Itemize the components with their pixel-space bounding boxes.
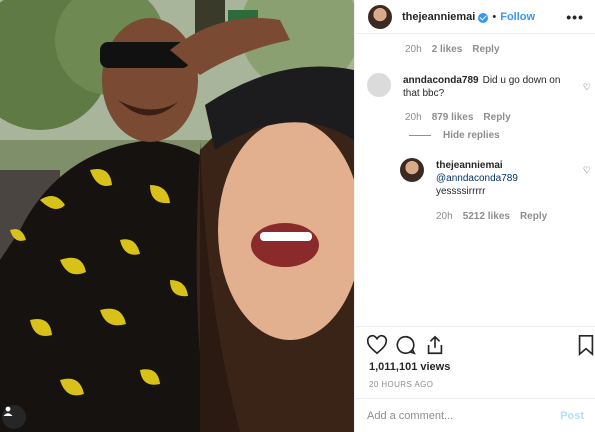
reply-likes[interactable]: 5212 likes (463, 211, 510, 222)
post-side-panel: thejeanniemai • Follow ••• 20h 2 likes R… (354, 0, 595, 432)
comment-icon[interactable] (395, 334, 417, 356)
post-timestamp[interactable]: 20 HOURS AGO (369, 380, 433, 389)
comment-body: anndaconda789 Did u go down on that bbc? (403, 74, 573, 100)
reply-mention[interactable]: @anndaconda789 (436, 172, 576, 185)
post-media[interactable] (0, 0, 354, 432)
comment-meta: 20h 879 likes Reply (405, 112, 521, 123)
comment-time: 20h (405, 44, 422, 55)
actions-divider (355, 326, 595, 327)
comment-likes[interactable]: 2 likes (432, 44, 463, 55)
comment-input[interactable] (367, 409, 547, 422)
comment-like-icon[interactable]: ♡ (583, 82, 591, 93)
reply-text: yessssirrrrr (436, 186, 486, 197)
more-options-icon[interactable]: ••• (566, 9, 584, 25)
reply-meta: 20h 5212 likes Reply (436, 211, 557, 222)
comment-username[interactable]: anndaconda789 (403, 75, 479, 86)
reply-body: thejeanniemai @anndaconda789 yessssirrrr… (436, 159, 576, 198)
heart-icon[interactable] (366, 334, 388, 356)
reply-like-icon[interactable]: ♡ (583, 165, 591, 176)
add-comment-bar: Post (355, 398, 595, 432)
reply-username[interactable]: thejeanniemai (436, 159, 572, 172)
bookmark-icon[interactable] (575, 334, 595, 356)
comment-meta: 20h 2 likes Reply (405, 44, 510, 55)
comment-time: 20h (405, 112, 422, 123)
share-icon[interactable] (424, 334, 446, 356)
user-tag-icon[interactable] (2, 405, 26, 429)
reply-button[interactable]: Reply (483, 112, 510, 123)
post-button[interactable]: Post (560, 410, 584, 422)
follow-button[interactable]: Follow (500, 11, 535, 23)
hide-replies-label: Hide replies (443, 130, 500, 141)
header-separator: • (492, 10, 497, 23)
post-header: thejeanniemai • Follow ••• (355, 0, 595, 34)
video-frame-illustration (0, 0, 354, 432)
commenter-avatar[interactable] (367, 73, 391, 97)
reply-time: 20h (436, 211, 453, 222)
comment-likes[interactable]: 879 likes (432, 112, 474, 123)
view-count[interactable]: 1,011,101 views (369, 361, 450, 373)
author-avatar[interactable] (368, 4, 392, 29)
author-username[interactable]: thejeanniemai (402, 11, 475, 23)
reply-button[interactable]: Reply (472, 44, 499, 55)
reply-button[interactable]: Reply (520, 211, 547, 222)
verified-badge-icon (478, 12, 489, 23)
hide-replies-button[interactable]: Hide replies (409, 130, 500, 141)
reply-author-avatar[interactable] (400, 158, 424, 182)
